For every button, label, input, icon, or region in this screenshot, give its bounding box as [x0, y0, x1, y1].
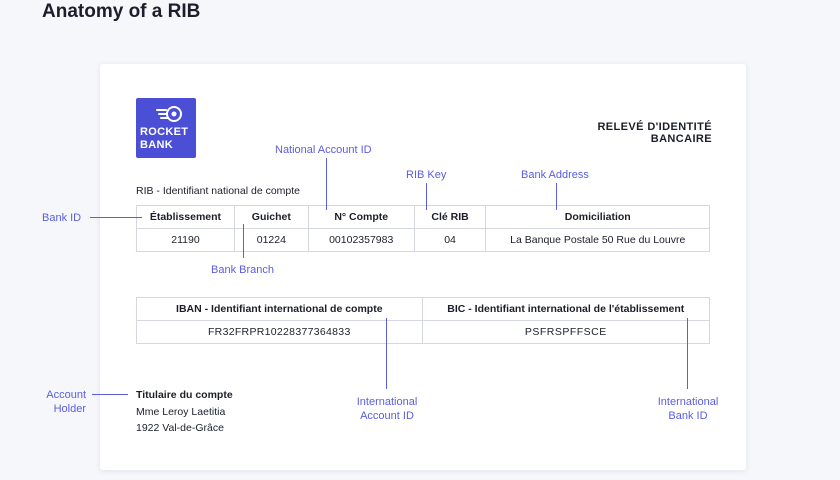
annotation-bank-address: Bank Address	[521, 169, 589, 181]
connector-international-account-id	[386, 318, 387, 389]
annotation-bank-id: Bank ID	[42, 212, 82, 224]
annotation-account-holder-line2: Holder	[53, 403, 86, 415]
logo-text-line2: BANK	[140, 139, 173, 151]
header-iban: IBAN - Identifiant international de comp…	[136, 297, 423, 321]
header-bic: BIC - Identifiant international de l'éta…	[421, 297, 711, 321]
value-bic: PSFRSPFFSCE	[421, 320, 711, 344]
value-domiciliation: La Banque Postale 50 Rue du Louvre	[485, 228, 710, 252]
value-cle-rib: 04	[413, 228, 487, 252]
holder-title: Titulaire du compte	[136, 389, 233, 401]
page-title: Anatomy of a RIB	[42, 1, 201, 22]
logo-text-line1: ROCKET	[140, 126, 189, 138]
rib-header-row: Établissement Guichet N° Compte Clé RIB …	[136, 205, 710, 229]
header-etablissement: Établissement	[136, 205, 235, 229]
rocket-bank-logo: ROCKET BANK	[136, 98, 196, 158]
connector-bank-id	[90, 217, 142, 218]
annotation-international-bank-id: International Bank ID	[650, 395, 726, 423]
connector-bank-branch	[243, 224, 244, 258]
iban-bic-table: IBAN - Identifiant international de comp…	[136, 297, 711, 344]
value-numero-compte: 00102357983	[307, 228, 415, 252]
annotation-account-holder: Account Holder	[42, 388, 86, 416]
annotation-international-bank-id-line2: Bank ID	[668, 410, 708, 422]
holder-name: Mme Leroy Laetitia	[136, 406, 226, 418]
iban-value-row: FR32FRPR10228377364833 PSFRSPFFSCE	[136, 320, 711, 344]
header-numero-compte: N° Compte	[307, 205, 415, 229]
annotation-international-account-id: International Account ID	[349, 395, 425, 423]
annotation-bank-branch: Bank Branch	[211, 264, 274, 276]
header-cle-rib: Clé RIB	[413, 205, 487, 229]
value-iban: FR32FRPR10228377364833	[136, 320, 423, 344]
holder-address: 1922 Val-de-Grâce	[136, 422, 224, 434]
iban-header-row: IBAN - Identifiant international de comp…	[136, 297, 711, 321]
annotation-national-account-id: National Account ID	[275, 144, 372, 156]
header-guichet: Guichet	[233, 205, 309, 229]
connector-account-holder	[92, 394, 128, 395]
connector-national-account-id	[326, 158, 327, 210]
connector-international-bank-id	[687, 318, 688, 389]
header-domiciliation: Domiciliation	[485, 205, 710, 229]
connector-bank-address	[556, 183, 557, 210]
value-etablissement: 21190	[136, 228, 235, 252]
connector-rib-key	[426, 183, 427, 210]
rocket-icon	[156, 106, 182, 122]
rib-section-label: RIB - Identifiant national de compte	[136, 185, 301, 197]
document-title: RELEVÉ D'IDENTITÉ BANCAIRE	[597, 121, 712, 145]
annotation-international-account-id-line2: Account ID	[360, 410, 414, 422]
rib-table: Établissement Guichet N° Compte Clé RIB …	[136, 205, 710, 252]
value-guichet: 01224	[233, 228, 309, 252]
annotation-rib-key: RIB Key	[406, 169, 447, 181]
annotation-account-holder-line1: Account	[46, 389, 86, 401]
annotation-international-account-id-line1: International	[356, 396, 418, 408]
annotation-international-bank-id-line1: International	[657, 396, 719, 408]
rib-value-row: 21190 01224 00102357983 04 La Banque Pos…	[136, 228, 710, 252]
